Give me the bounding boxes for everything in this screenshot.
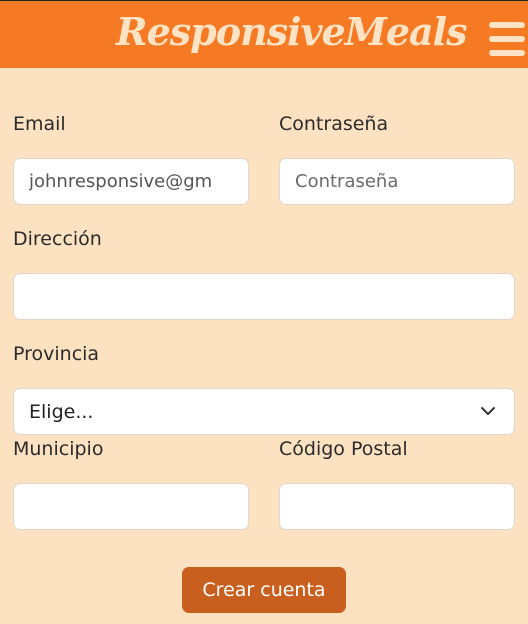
address-field[interactable] xyxy=(13,273,515,320)
create-account-button[interactable]: Crear cuenta xyxy=(182,567,346,613)
municipality-field[interactable] xyxy=(13,483,249,530)
hamburger-menu-icon[interactable] xyxy=(489,22,525,58)
municipality-label: Municipio xyxy=(13,438,104,460)
password-label: Contraseña xyxy=(279,113,389,135)
password-field[interactable] xyxy=(279,158,515,205)
province-label: Provincia xyxy=(13,343,100,365)
menu-bar xyxy=(489,36,525,42)
brand-logo[interactable]: ResponsiveMeals xyxy=(116,9,467,54)
menu-bar xyxy=(489,50,525,56)
province-selected-value: Elige... xyxy=(29,401,94,423)
province-select[interactable]: Elige... xyxy=(13,388,515,435)
menu-bar xyxy=(489,22,525,28)
top-header: ResponsiveMeals xyxy=(0,0,528,68)
postal-code-label: Código Postal xyxy=(279,438,408,460)
chevron-down-icon xyxy=(481,407,495,415)
email-field[interactable] xyxy=(13,158,249,205)
postal-code-field[interactable] xyxy=(279,483,515,530)
address-label: Dirección xyxy=(13,228,102,250)
email-label: Email xyxy=(13,113,66,135)
